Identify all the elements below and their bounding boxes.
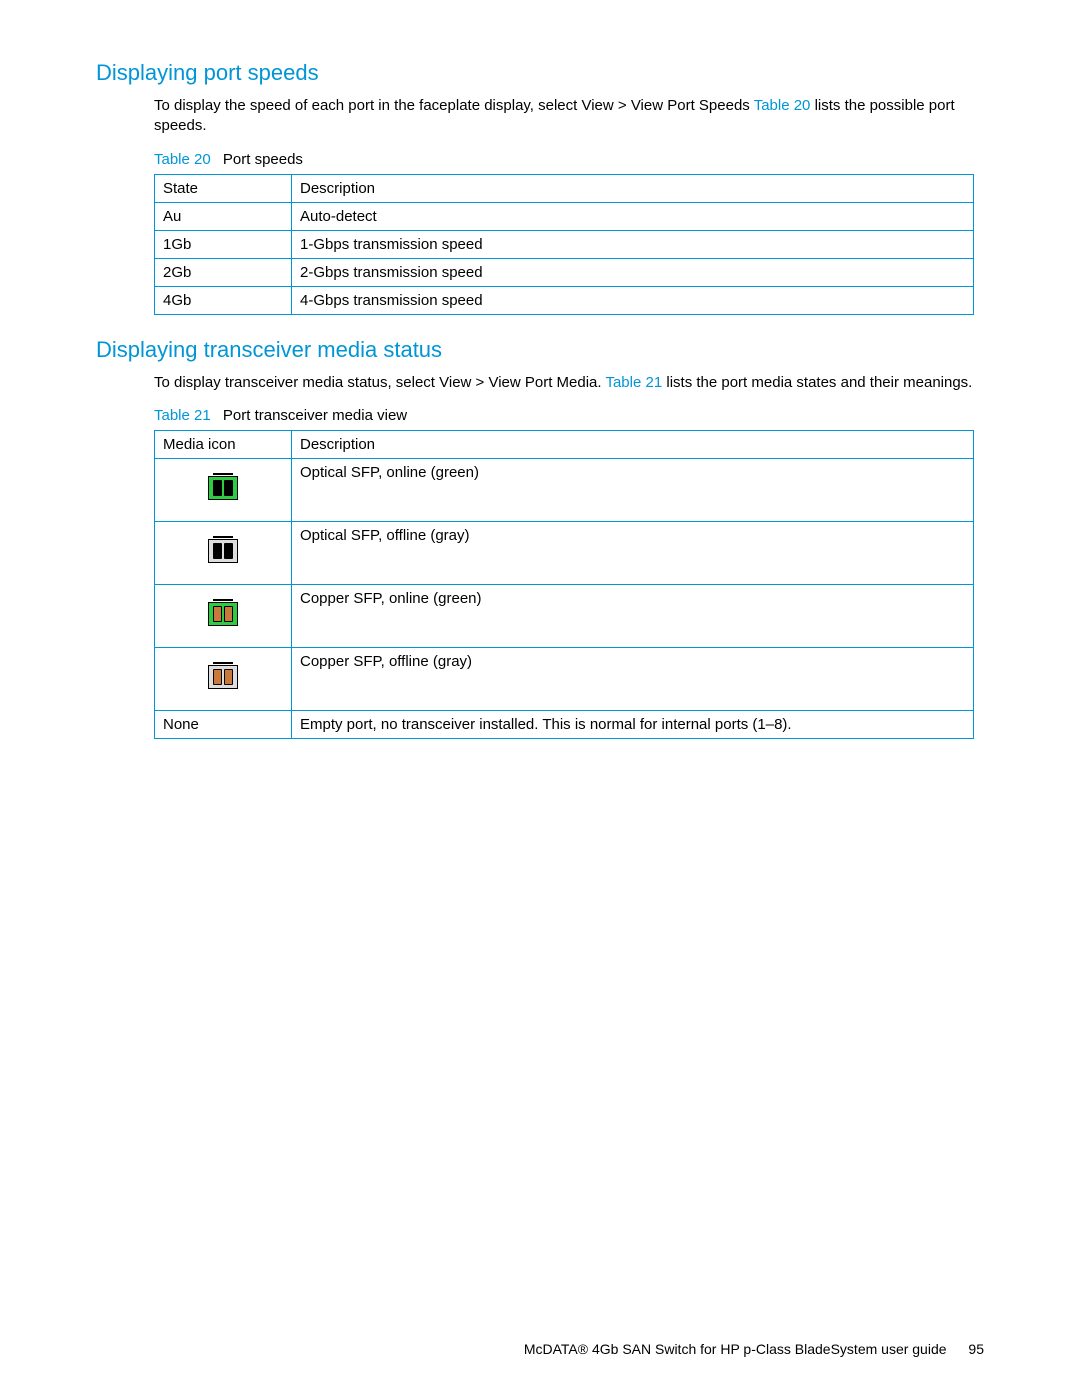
section-2-intro: To display transceiver media status, sel…	[96, 373, 984, 393]
table-row: 1Gb 1-Gbps transmission speed	[155, 230, 974, 258]
port-speeds-table: State Description Au Auto-detect 1Gb 1-G…	[154, 174, 974, 315]
table-20-caption-text: Port speeds	[223, 151, 303, 168]
table-header-state: State	[155, 174, 292, 202]
section-2-heading: Displaying transceiver media status	[96, 337, 984, 363]
intro-text-after: lists the port media states and their me…	[662, 374, 972, 391]
table-header-media-icon: Media icon	[155, 430, 292, 458]
section-1-heading: Displaying port speeds	[96, 60, 984, 86]
cell-desc: 1-Gbps transmission speed	[292, 230, 974, 258]
intro-text-before: To display the speed of each port in the…	[154, 97, 754, 114]
media-icon-none: None	[155, 710, 292, 738]
table-row: Au Auto-detect	[155, 202, 974, 230]
table-row: State Description	[155, 174, 974, 202]
cell-state: 2Gb	[155, 258, 292, 286]
table-21-link[interactable]: Table 21	[605, 374, 662, 391]
table-row: Optical SFP, online (green)	[155, 458, 974, 521]
document-page: Displaying port speeds To display the sp…	[0, 0, 1080, 1397]
intro-text-before: To display transceiver media status, sel…	[154, 374, 605, 391]
cell-desc: 4-Gbps transmission speed	[292, 286, 974, 314]
media-icon-cell	[155, 584, 292, 647]
table-21-caption-link[interactable]: Table 21	[154, 407, 211, 424]
table-row: None Empty port, no transceiver installe…	[155, 710, 974, 738]
page-number: 95	[968, 1341, 984, 1357]
cell-desc: Copper SFP, offline (gray)	[292, 647, 974, 710]
cell-state: 1Gb	[155, 230, 292, 258]
table-row: 2Gb 2-Gbps transmission speed	[155, 258, 974, 286]
copper-sfp-offline-icon	[208, 665, 238, 689]
section-1-intro: To display the speed of each port in the…	[96, 96, 984, 137]
cell-desc: Empty port, no transceiver installed. Th…	[292, 710, 974, 738]
media-icon-cell	[155, 458, 292, 521]
table-row: Media icon Description	[155, 430, 974, 458]
cell-desc: Auto-detect	[292, 202, 974, 230]
copper-sfp-online-icon	[208, 602, 238, 626]
table-20-link[interactable]: Table 20	[754, 97, 811, 114]
table-header-description: Description	[292, 174, 974, 202]
media-icon-cell	[155, 521, 292, 584]
optical-sfp-offline-icon	[208, 539, 238, 563]
table-21-caption: Table 21 Port transceiver media view	[96, 407, 984, 424]
table-row: 4Gb 4-Gbps transmission speed	[155, 286, 974, 314]
table-row: Copper SFP, online (green)	[155, 584, 974, 647]
media-icon-cell	[155, 647, 292, 710]
table-row: Copper SFP, offline (gray)	[155, 647, 974, 710]
cell-desc: Optical SFP, offline (gray)	[292, 521, 974, 584]
table-20-caption-link[interactable]: Table 20	[154, 151, 211, 168]
optical-sfp-online-icon	[208, 476, 238, 500]
table-21-caption-text: Port transceiver media view	[223, 407, 407, 424]
table-header-description: Description	[292, 430, 974, 458]
cell-desc: 2-Gbps transmission speed	[292, 258, 974, 286]
cell-desc: Optical SFP, online (green)	[292, 458, 974, 521]
table-row: Optical SFP, offline (gray)	[155, 521, 974, 584]
table-20-caption: Table 20 Port speeds	[96, 151, 984, 168]
port-media-table: Media icon Description Optical SFP, onli…	[154, 430, 974, 739]
page-footer: McDATA® 4Gb SAN Switch for HP p-Class Bl…	[524, 1341, 984, 1357]
cell-desc: Copper SFP, online (green)	[292, 584, 974, 647]
cell-state: 4Gb	[155, 286, 292, 314]
footer-text: McDATA® 4Gb SAN Switch for HP p-Class Bl…	[524, 1341, 947, 1357]
cell-state: Au	[155, 202, 292, 230]
